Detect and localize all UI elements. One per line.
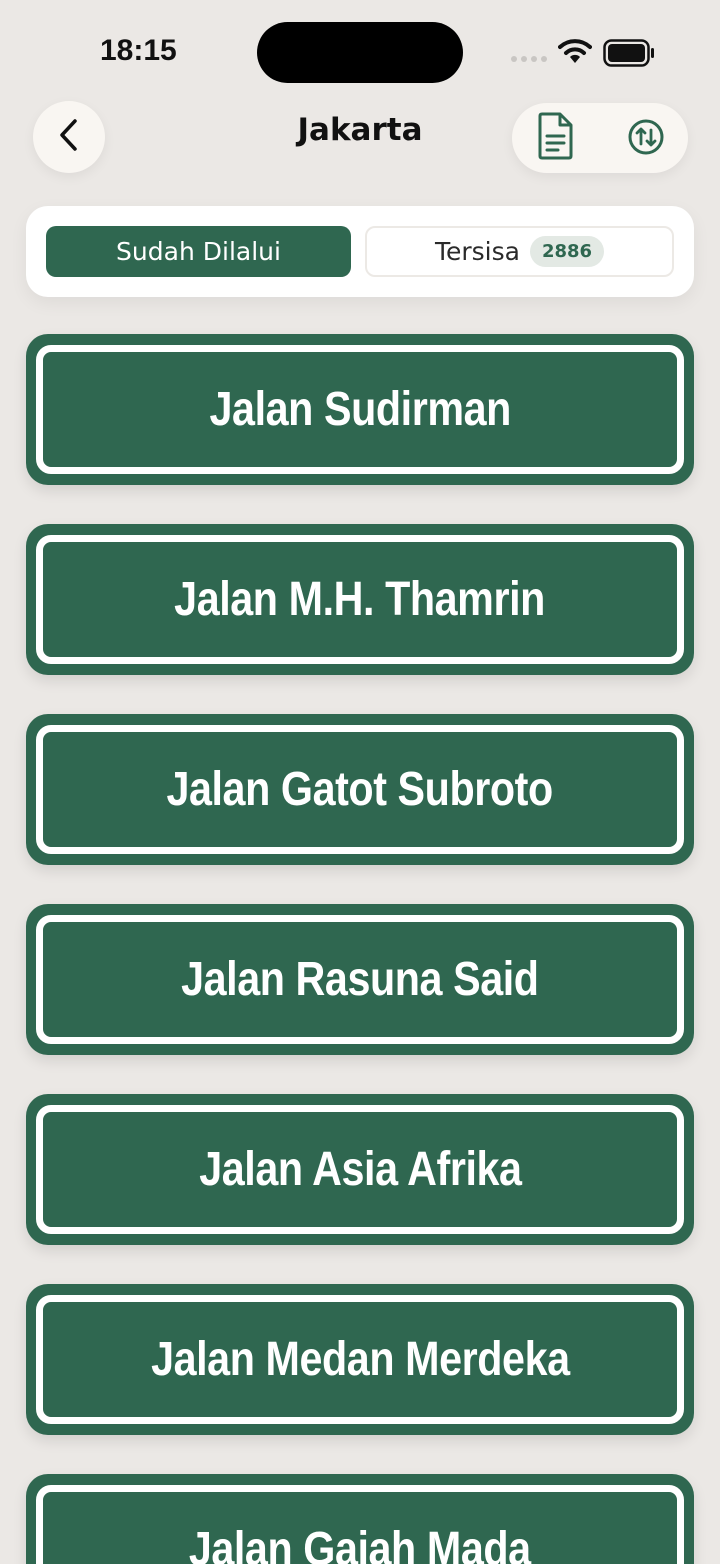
street-sign-item[interactable]: Jalan Rasuna Said xyxy=(26,904,694,1055)
street-sign-item[interactable]: Jalan Gatot Subroto xyxy=(26,714,694,865)
sort-arrows-icon xyxy=(627,118,665,160)
street-name: Jalan Medan Merdeka xyxy=(150,1333,570,1386)
segmented-control: Sudah Dilalui Tersisa 2886 xyxy=(26,206,694,297)
sign-border: Jalan Medan Merdeka xyxy=(36,1295,684,1424)
street-name: Jalan Gajah Mada xyxy=(189,1523,531,1564)
header-actions xyxy=(512,103,688,173)
count-badge: 2886 xyxy=(529,236,605,267)
sign-border: Jalan Gajah Mada xyxy=(36,1485,684,1564)
document-icon xyxy=(535,112,575,164)
signal-dots-icon xyxy=(511,56,547,62)
tab-label: Tersisa xyxy=(434,237,520,266)
street-name: Jalan Rasuna Said xyxy=(181,953,539,1006)
sign-border: Jalan Rasuna Said xyxy=(36,915,684,1044)
sign-border: Jalan Gatot Subroto xyxy=(36,725,684,854)
wifi-icon xyxy=(558,38,592,68)
tab-sudah-dilalui[interactable]: Sudah Dilalui xyxy=(46,226,351,277)
street-name: Jalan Sudirman xyxy=(209,383,511,436)
tab-label: Sudah Dilalui xyxy=(116,237,281,266)
street-name: Jalan Gatot Subroto xyxy=(166,763,554,816)
street-name: Jalan Asia Afrika xyxy=(198,1143,522,1196)
tab-tersisa[interactable]: Tersisa 2886 xyxy=(365,226,674,277)
street-sign-item[interactable]: Jalan Medan Merdeka xyxy=(26,1284,694,1435)
sign-border: Jalan Asia Afrika xyxy=(36,1105,684,1234)
screen: 18:15 Jakarta Sudah Dilalui Tersisa 2886… xyxy=(0,0,720,1564)
document-button[interactable] xyxy=(532,112,578,164)
dynamic-island xyxy=(257,22,463,83)
sign-border: Jalan Sudirman xyxy=(36,345,684,474)
street-sign-item[interactable]: Jalan Asia Afrika xyxy=(26,1094,694,1245)
street-sign-item[interactable]: Jalan Sudirman xyxy=(26,334,694,485)
battery-icon xyxy=(603,39,655,71)
sign-border: Jalan M.H. Thamrin xyxy=(36,535,684,664)
status-time: 18:15 xyxy=(100,34,177,67)
street-sign-item[interactable]: Jalan Gajah Mada xyxy=(26,1474,694,1564)
sort-button[interactable] xyxy=(626,119,666,159)
street-name: Jalan M.H. Thamrin xyxy=(174,573,546,626)
street-sign-item[interactable]: Jalan M.H. Thamrin xyxy=(26,524,694,675)
